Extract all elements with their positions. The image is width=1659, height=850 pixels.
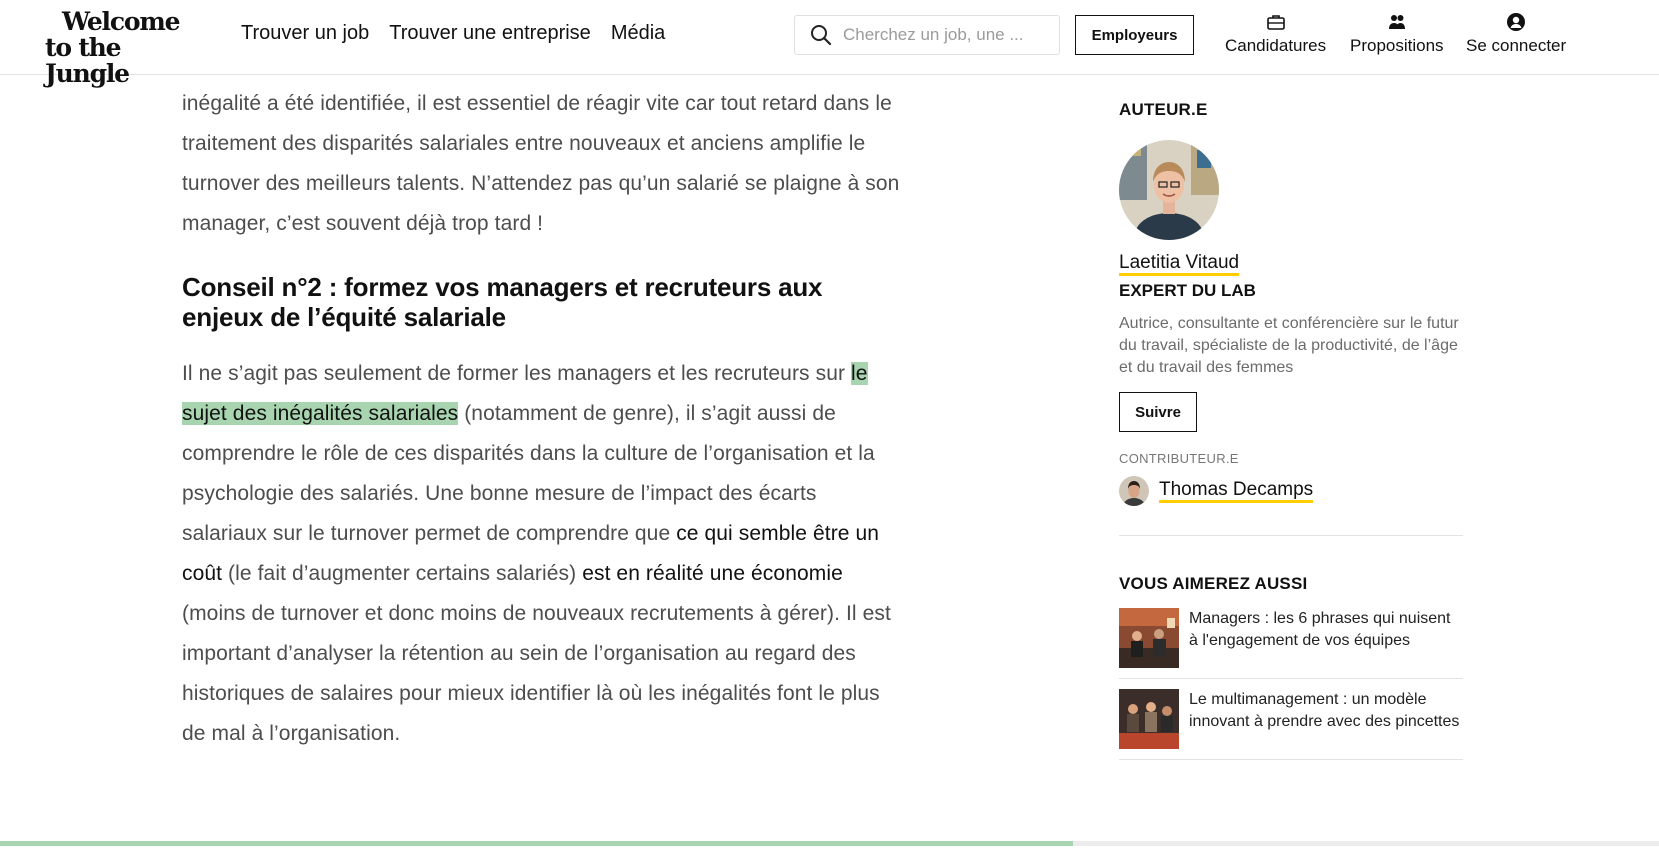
search-input[interactable] [843,25,1053,45]
contributor-avatar [1119,476,1149,506]
contributor-item[interactable]: Thomas Decamps [1119,476,1463,506]
related-article-title: Managers : les 6 phrases qui nuisent à l… [1189,610,1451,649]
nav-trouver-un-job[interactable]: Trouver un job [241,22,369,45]
article-paragraph-1: inégalité a été identifiée, il est essen… [182,92,900,235]
logo-line-1: Welcome [62,7,180,36]
reading-progress-fill [0,841,1074,846]
article-body: inégalité a été identifiée, il est essen… [182,84,902,754]
nav-media[interactable]: Média [611,22,665,45]
main-nav: Trouver un job Trouver une entreprise Mé… [241,22,665,45]
site-logo[interactable]: Welcome to the Jungle [45,9,205,87]
related-article[interactable]: Le multimanagement : un modèle innovant … [1119,689,1463,760]
related-article[interactable]: Managers : les 6 phrases qui nuisent à l… [1119,608,1463,679]
users-icon [1388,15,1405,29]
contributor-section-title: CONTRIBUTEUR.E [1119,451,1239,466]
article-paragraph-2: Il ne s’agit pas seulement de former les… [182,354,902,754]
related-article-thumbnail [1119,608,1179,668]
employeurs-button[interactable]: Employeurs [1075,15,1194,55]
user-circle-icon [1507,13,1526,31]
contributor-name-link[interactable]: Thomas Decamps [1159,479,1314,503]
briefcase-icon [1266,15,1285,30]
sidebar-divider [1119,535,1463,536]
emphasis-text: est en réalité une économie [582,562,843,585]
author-avatar[interactable] [1119,140,1219,240]
propositions-link[interactable]: Propositions [1350,12,1444,56]
author-role: EXPERT DU LAB [1119,281,1256,300]
paragraph-text: (le fait d’augmenter certains salariés) [222,562,583,585]
search-bar[interactable] [794,15,1060,55]
related-article-thumbnail [1119,689,1179,749]
author-name-link[interactable]: Laetitia Vitaud [1119,252,1240,276]
nav-trouver-une-entreprise[interactable]: Trouver une entreprise [389,22,591,45]
author-bio: Autrice, consultante et conférencière su… [1119,315,1459,376]
reading-progress-bar [0,841,1659,846]
logo-line-2: to the Jungle [45,33,130,88]
se-connecter-link[interactable]: Se connecter [1466,12,1566,56]
search-icon [811,25,832,46]
propositions-label: Propositions [1350,36,1444,55]
candidatures-link[interactable]: Candidatures [1225,12,1326,56]
related-section-title: VOUS AIMEREZ AUSSI [1119,574,1308,593]
candidatures-label: Candidatures [1225,36,1327,55]
follow-button[interactable]: Suivre [1119,392,1197,432]
article-sidebar: AUTEUR.E Laetitia Vitaud EXPERT DU LAB A… [1119,100,1463,760]
paragraph-text: (moins de turnover et donc moins de nouv… [182,602,891,745]
author-photo [1119,140,1219,240]
related-article-title: Le multimanagement : un modèle innovant … [1189,691,1460,730]
paragraph-text: Il ne s’agit pas seulement de former les… [182,362,851,385]
site-header: Welcome to the Jungle Trouver un job Tro… [0,0,1659,87]
se-connecter-label: Se connecter [1466,36,1567,55]
section-heading: Conseil n°2 : formez vos managers et rec… [182,272,823,332]
author-section-title: AUTEUR.E [1119,100,1208,119]
contributor-photo [1119,476,1149,506]
